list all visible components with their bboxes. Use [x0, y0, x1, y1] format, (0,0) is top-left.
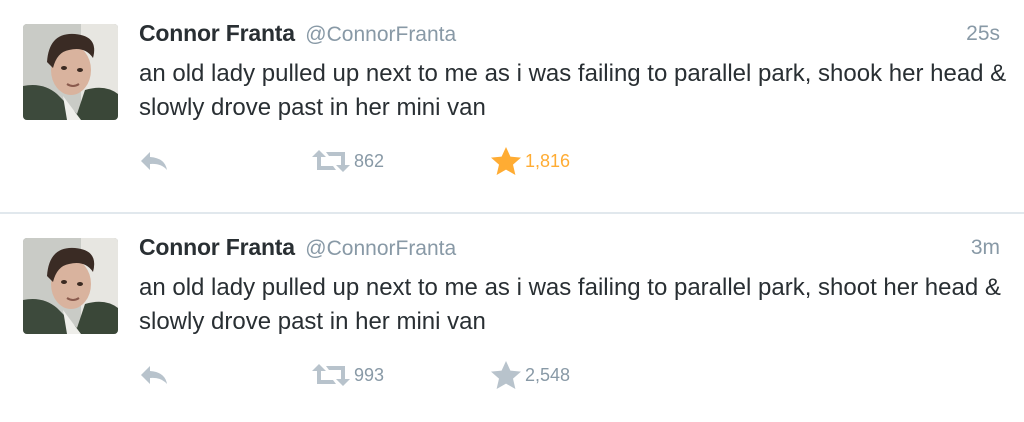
reply-icon: [141, 366, 167, 384]
avatar-image: [23, 238, 118, 334]
tweet-header: Connor Franta @ConnorFranta: [139, 234, 456, 268]
retweet-count: 993: [354, 364, 385, 385]
favorite-button[interactable]: 1,816: [490, 145, 570, 177]
reply-icon: [141, 152, 167, 170]
tweet-header: Connor Franta @ConnorFranta: [139, 20, 456, 54]
retweet-button[interactable]: 862: [311, 145, 384, 177]
star-icon: [491, 361, 521, 389]
author-name[interactable]: Connor Franta: [139, 234, 295, 260]
star-icon: [491, 147, 521, 175]
author-handle[interactable]: @ConnorFranta: [305, 237, 456, 260]
retweet-icon: [312, 364, 350, 386]
retweet-button[interactable]: 993: [311, 359, 384, 391]
retweet-icon: [312, 150, 350, 172]
tweet[interactable]: Connor Franta @ConnorFranta 25s an old l…: [0, 0, 1024, 213]
author-handle[interactable]: @ConnorFranta: [305, 23, 456, 46]
reply-button[interactable]: [139, 145, 169, 177]
reply-button[interactable]: [139, 359, 169, 391]
retweet-count: 862: [354, 150, 385, 171]
tweet-timeline: Connor Franta @ConnorFranta 25s an old l…: [0, 0, 1024, 422]
favorite-count: 2,548: [525, 364, 571, 385]
favorite-button[interactable]: 2,548: [490, 359, 570, 391]
tweet-timestamp[interactable]: 3m: [971, 236, 1000, 260]
avatar-image: [23, 24, 118, 120]
tweet-text: an old lady pulled up next to me as i wa…: [139, 274, 1001, 335]
tweet-text: an old lady pulled up next to me as i wa…: [139, 60, 1007, 121]
tweet-timestamp[interactable]: 25s: [966, 22, 1000, 46]
author-name[interactable]: Connor Franta: [139, 20, 295, 46]
favorite-count: 1,816: [525, 150, 571, 171]
avatar[interactable]: [23, 238, 118, 334]
tweet[interactable]: Connor Franta @ConnorFranta 3m an old la…: [0, 214, 1024, 422]
avatar[interactable]: [23, 24, 118, 120]
